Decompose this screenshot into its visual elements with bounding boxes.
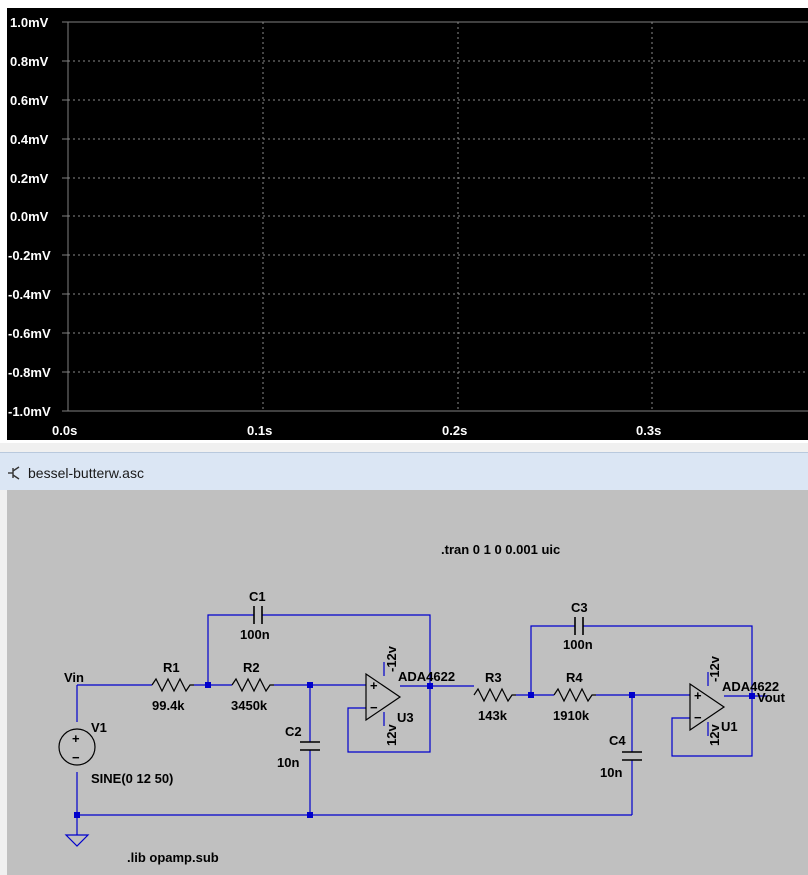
u3-model[interactable]: ADA4622 — [398, 669, 455, 684]
y-tick-label: -1.0mV — [8, 404, 51, 419]
tran-directive[interactable]: .tran 0 1 0 0.001 uic — [441, 542, 560, 557]
u1-pos-supply[interactable]: 12v — [707, 724, 722, 746]
u1-neg-supply[interactable]: -12v — [707, 655, 722, 682]
lib-directive[interactable]: .lib opamp.sub — [127, 850, 219, 865]
schematic-tab[interactable]: bessel-butterw.asc — [0, 452, 808, 491]
v1-value[interactable]: SINE(0 12 50) — [91, 771, 173, 786]
r1-value[interactable]: 99.4k — [152, 698, 185, 713]
junction-dot — [307, 812, 313, 818]
c1-name[interactable]: C1 — [249, 589, 266, 604]
c3-name[interactable]: C3 — [571, 600, 588, 615]
schematic-icon — [8, 466, 20, 480]
c4-value[interactable]: 10n — [600, 765, 622, 780]
c2-value[interactable]: 10n — [277, 755, 299, 770]
u3-pos-supply[interactable]: 12v — [384, 724, 399, 746]
junction-dot — [205, 682, 211, 688]
waveform-plot[interactable]: 1.0mV 0.8mV 0.6mV 0.4mV 0.2mV 0.0mV -0.2… — [0, 0, 808, 443]
tab-title[interactable]: bessel-butterw.asc — [28, 465, 144, 481]
u1-model[interactable]: ADA4622 — [722, 679, 779, 694]
schematic-drawing[interactable]: .tran 0 1 0 0.001 uic .lib opamp.sub + −… — [0, 490, 808, 875]
y-tick-label: -0.4mV — [8, 287, 51, 302]
u3-neg-supply[interactable]: -12v — [384, 645, 399, 672]
r3-value[interactable]: 143k — [478, 708, 508, 723]
r4-name[interactable]: R4 — [566, 670, 583, 685]
u1-name[interactable]: U1 — [721, 719, 738, 734]
r4-value[interactable]: 1910k — [553, 708, 590, 723]
v1-name[interactable]: V1 — [91, 720, 107, 735]
r2-value[interactable]: 3450k — [231, 698, 268, 713]
source-plus-sign: + — [72, 731, 80, 746]
y-tick-label: -0.6mV — [8, 326, 51, 341]
y-tick-label: -0.2mV — [8, 248, 51, 263]
opamp-minus-sign: − — [370, 700, 378, 715]
y-tick-label: -0.8mV — [8, 365, 51, 380]
junction-dot — [307, 682, 313, 688]
c3-value[interactable]: 100n — [563, 637, 593, 652]
opamp-plus-sign: + — [370, 678, 378, 693]
opamp-plus-sign: + — [694, 688, 702, 703]
x-tick-label: 0.3s — [636, 423, 661, 438]
y-tick-label: 0.6mV — [10, 93, 49, 108]
net-label-vin[interactable]: Vin — [64, 670, 84, 685]
source-minus-sign: − — [72, 750, 80, 765]
waveform-pane[interactable]: 1.0mV 0.8mV 0.6mV 0.4mV 0.2mV 0.0mV -0.2… — [0, 0, 808, 443]
x-tick-label: 0.1s — [247, 423, 272, 438]
r1-name[interactable]: R1 — [163, 660, 180, 675]
u3-name[interactable]: U3 — [397, 710, 414, 725]
c1-value[interactable]: 100n — [240, 627, 270, 642]
y-tick-label: 0.8mV — [10, 54, 49, 69]
y-tick-label: 0.4mV — [10, 132, 49, 147]
junction-dot — [528, 692, 534, 698]
opamp-minus-sign: − — [694, 710, 702, 725]
junction-dot — [74, 812, 80, 818]
schematic-canvas[interactable]: .tran 0 1 0 0.001 uic .lib opamp.sub + −… — [0, 490, 808, 875]
c4-name[interactable]: C4 — [609, 733, 626, 748]
x-tick-label: 0.2s — [442, 423, 467, 438]
junction-dot — [629, 692, 635, 698]
c2-name[interactable]: C2 — [285, 724, 302, 739]
y-tick-label: 0.0mV — [10, 209, 49, 224]
r2-name[interactable]: R2 — [243, 660, 260, 675]
x-tick-label: 0.0s — [52, 423, 77, 438]
r3-name[interactable]: R3 — [485, 670, 502, 685]
y-tick-label: 1.0mV — [10, 15, 49, 30]
y-tick-label: 0.2mV — [10, 171, 49, 186]
plot-background — [7, 8, 808, 440]
